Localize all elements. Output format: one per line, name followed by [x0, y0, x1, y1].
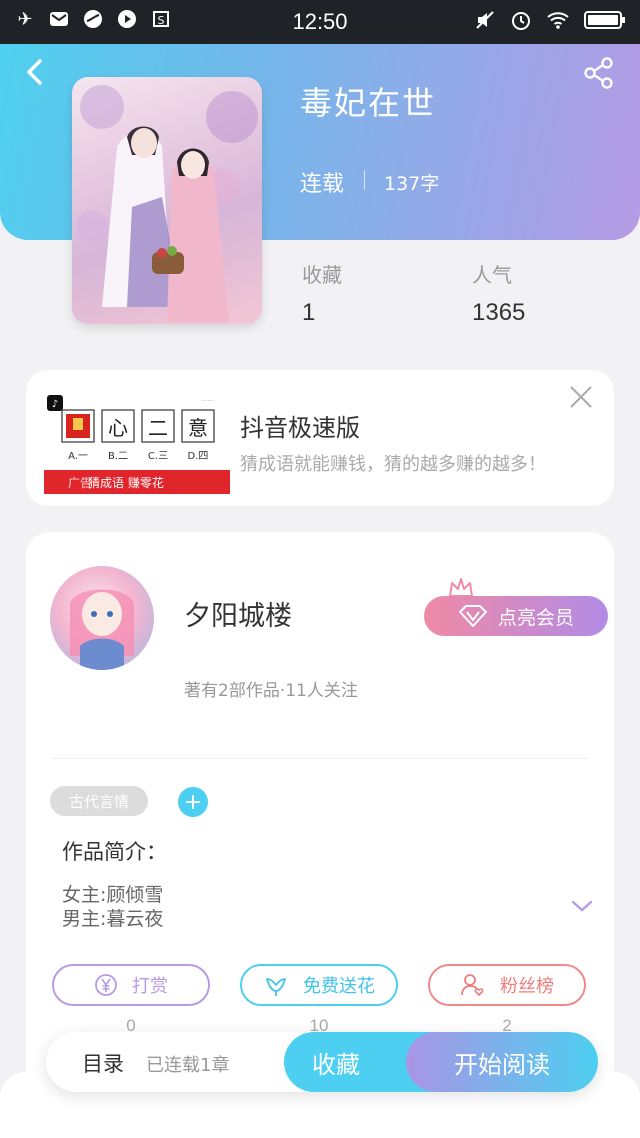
favorites-label: 收藏	[302, 263, 342, 287]
share-button[interactable]	[582, 56, 616, 90]
reward-button[interactable]: 打赏	[52, 964, 210, 1006]
genre-tag[interactable]: 古代言情	[50, 786, 148, 816]
reward-label: 打赏	[132, 976, 168, 997]
book-status: 连载	[300, 172, 345, 197]
avatar[interactable]	[50, 566, 154, 670]
ad-close-button[interactable]	[568, 384, 594, 410]
chapter-count: 已连载1章	[146, 1055, 230, 1076]
book-cover[interactable]	[72, 77, 262, 324]
intro-line: 女主:顾倾雪	[62, 884, 164, 906]
yuan-icon	[95, 974, 117, 996]
popularity-count: 1365	[472, 299, 526, 326]
add-tag-button[interactable]: +	[178, 787, 208, 817]
plus-icon: +	[183, 789, 203, 815]
mute-icon	[474, 9, 496, 35]
start-reading-label: 开始阅读	[454, 1050, 550, 1079]
ad-tile-1: 心	[108, 416, 128, 440]
popularity-label: 人气	[472, 263, 512, 287]
start-reading-button[interactable]: 开始阅读	[406, 1032, 598, 1092]
flower-icon	[266, 978, 286, 996]
send-flower-button[interactable]: 免费送花	[240, 964, 398, 1006]
ad-option-b: B.二	[107, 451, 129, 462]
svg-text:♪: ♪	[52, 399, 58, 410]
vip-label: 点亮会员	[497, 606, 574, 629]
word-count: 137字	[384, 173, 440, 195]
status-bar: ✈ S 12:50	[0, 0, 640, 44]
fan-ranking-label: 粉丝榜	[500, 976, 554, 997]
divider	[52, 758, 588, 759]
author-info: 著有2部作品·11人关注	[184, 681, 358, 701]
favorite-label: 收藏	[312, 1050, 360, 1079]
wifi-icon	[546, 10, 570, 34]
close-icon	[570, 386, 592, 408]
ad-tile-3: 意	[188, 416, 208, 440]
diamond-icon	[458, 605, 487, 627]
ad-description: 猜成语就能赚钱，猜的越多赚的越多！	[240, 454, 546, 475]
back-button[interactable]	[20, 56, 52, 88]
chevron-down-icon[interactable]	[570, 894, 594, 918]
book-title: 毒妃在世	[300, 84, 437, 122]
bottom-action-bar: 目录 已连载1章 收藏 开始阅读	[46, 1032, 598, 1092]
svg-text:........: ........	[201, 397, 214, 403]
ad-title: 抖音极速版	[240, 414, 360, 442]
ad-image: ♪ ........ 心 二 意 A.一 B.二 C.三 D.四 广告 猜成语 …	[44, 392, 230, 494]
ad-card[interactable]: ♪ ........ 心 二 意 A.一 B.二 C.三 D.四 广告 猜成语 …	[26, 370, 614, 506]
battery-icon	[584, 9, 626, 35]
toc-button[interactable]: 目录	[82, 1048, 124, 1078]
fans-icon	[461, 974, 484, 997]
intro-label: 作品简介：	[62, 840, 167, 864]
ad-tile-2: 二	[148, 416, 168, 440]
crown-icon	[448, 576, 474, 598]
intro-line: 男主:暮云夜	[62, 908, 164, 930]
back-arrow-icon	[27, 59, 42, 85]
fan-ranking-button[interactable]: 粉丝榜	[428, 964, 586, 1006]
share-icon	[584, 57, 613, 89]
send-flower-label: 免费送花	[303, 976, 375, 997]
alarm-icon	[510, 9, 532, 35]
ad-option-c: C.三	[147, 451, 169, 462]
ad-option-d: D.四	[187, 451, 209, 462]
ad-banner: 猜成语 赚零花	[88, 476, 164, 490]
author-name: 夕阳城楼	[184, 601, 292, 632]
favorites-count: 1	[302, 299, 316, 326]
cover-illustration	[76, 85, 258, 322]
vip-button[interactable]: 点亮会员	[424, 576, 608, 636]
ad-option-a: A.一	[68, 451, 88, 462]
status-divider	[364, 170, 365, 190]
